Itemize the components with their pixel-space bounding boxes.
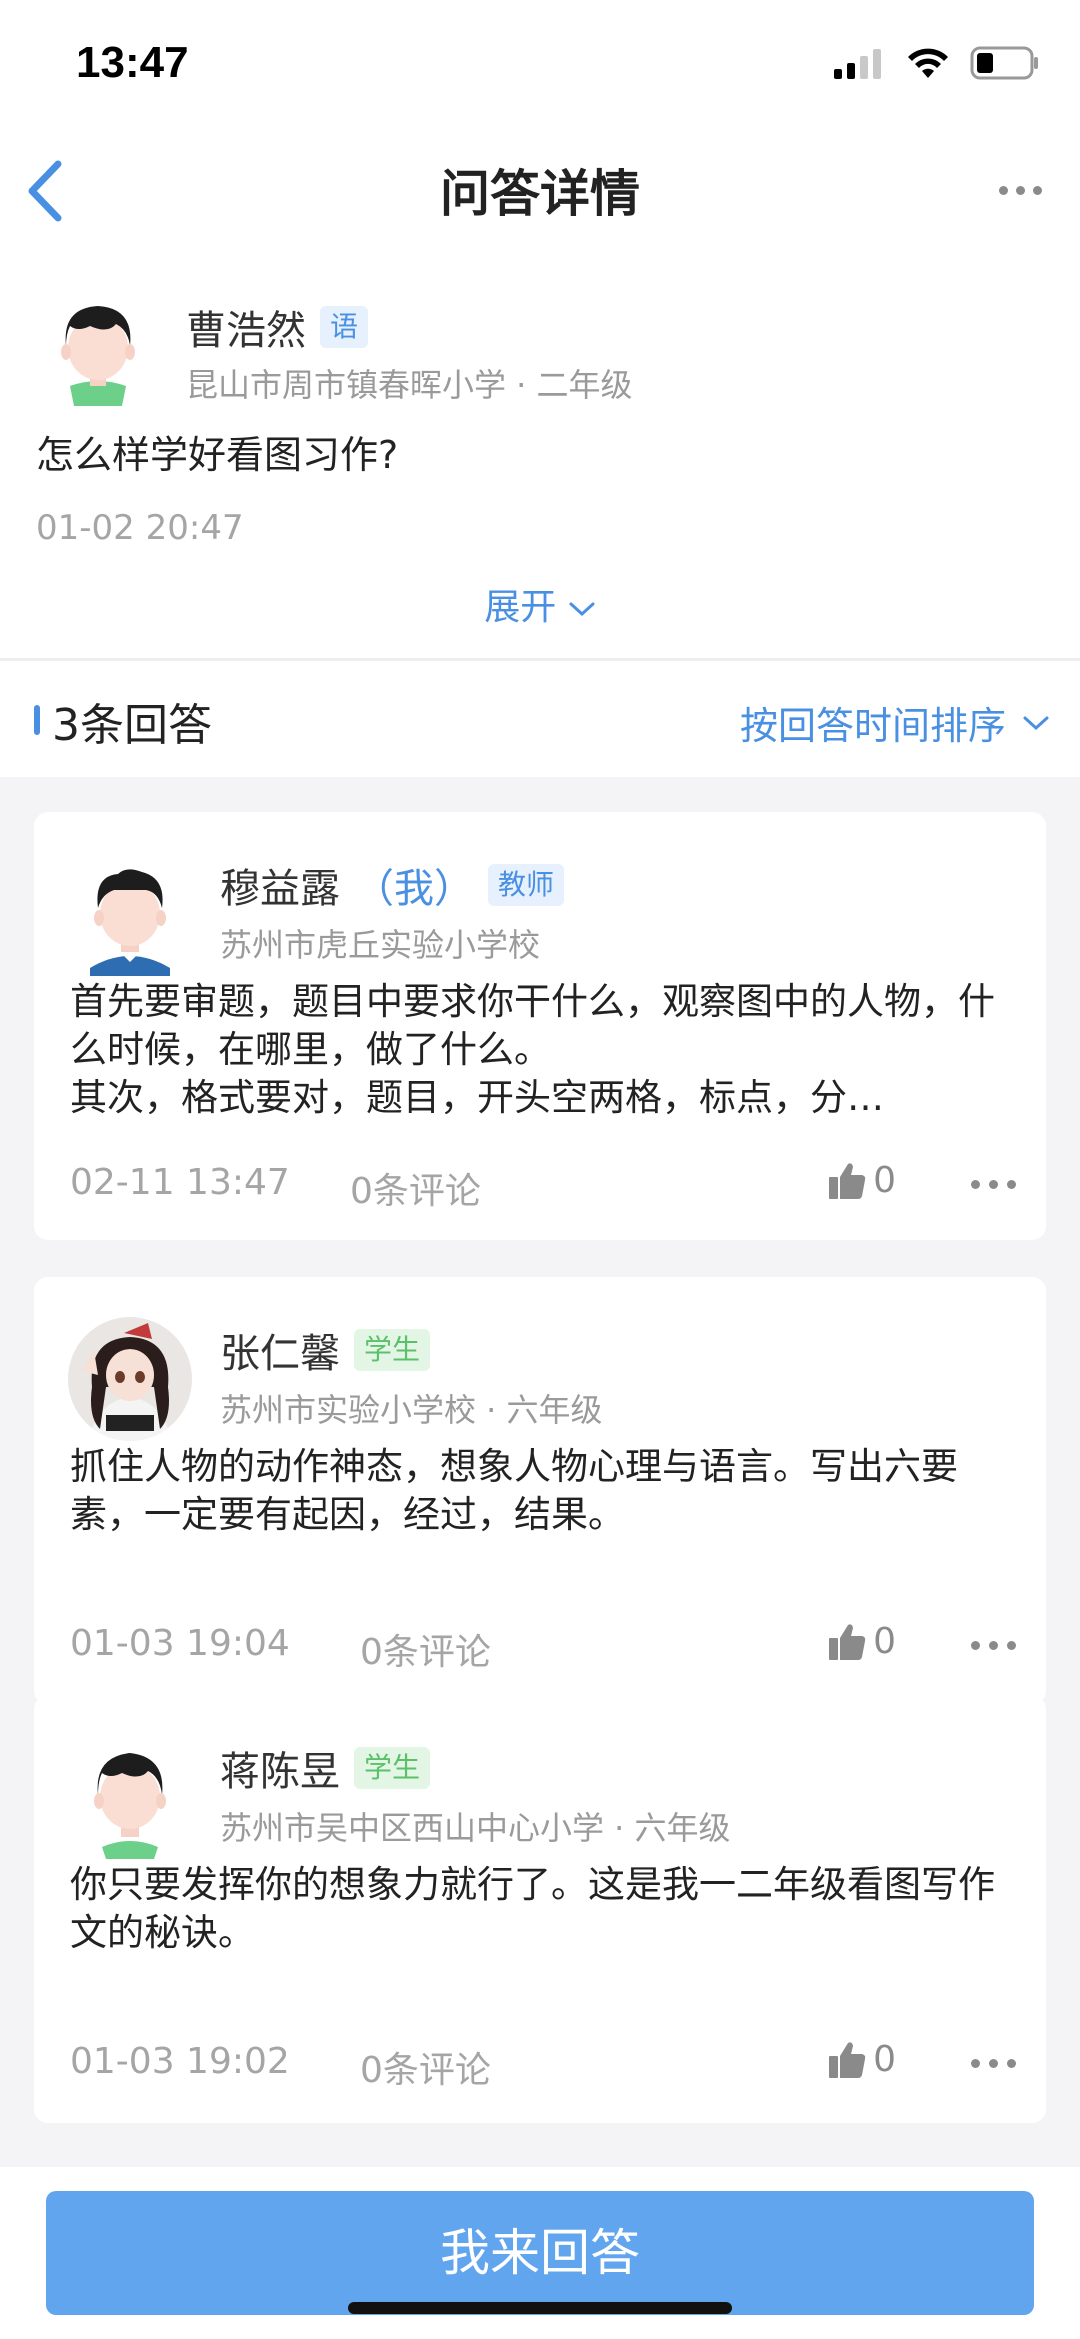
home-indicator[interactable] bbox=[348, 2302, 732, 2314]
like-button[interactable]: 0 bbox=[827, 1621, 896, 1662]
question-author-school: 昆山市周市镇春晖小学 · 二年级 bbox=[186, 366, 633, 404]
subject-tag: 语 bbox=[320, 306, 369, 348]
answers-header: 3条回答 按回答时间排序 bbox=[0, 661, 1080, 777]
like-count: 0 bbox=[873, 1621, 896, 1662]
answer-card[interactable]: 张仁馨 学生 苏州市实验小学校 · 六年级 抓住人物的动作神态，想象人物心理与语… bbox=[34, 1277, 1046, 1705]
answer-more-button[interactable] bbox=[971, 1180, 1016, 1189]
thumbs-up-icon bbox=[829, 1162, 866, 1199]
me-label: （我） bbox=[354, 866, 474, 912]
avatar[interactable] bbox=[68, 1317, 192, 1441]
like-button[interactable]: 0 bbox=[827, 2039, 896, 2080]
answer-author-school: 苏州市实验小学校 · 六年级 bbox=[220, 1391, 603, 1429]
answer-text[interactable]: 抓住人物的动作神态，想象人物心理与语言。写出六要素，一定要有起因，经过，结果。 bbox=[70, 1443, 1010, 1539]
more-dot-icon bbox=[971, 1641, 980, 1650]
answer-text[interactable]: 你只要发挥你的想象力就行了。这是我一二年级看图写作文的秘诀。 bbox=[70, 1861, 1010, 1957]
answer-card[interactable]: 穆益露 （我） 教师 苏州市虎丘实验小学校 首先要审题，题目中要求你干什么，观察… bbox=[34, 812, 1046, 1240]
boy-avatar-icon bbox=[61, 306, 135, 406]
more-dot-icon bbox=[998, 185, 1008, 195]
more-dot-icon bbox=[1007, 2059, 1016, 2068]
answer-more-button[interactable] bbox=[971, 1641, 1016, 1650]
like-count: 0 bbox=[873, 1160, 896, 1201]
answer-author-school: 苏州市吴中区西山中心小学 · 六年级 bbox=[220, 1809, 731, 1847]
answer-time: 01-03 19:02 bbox=[70, 2041, 290, 2082]
answers-count: 3条回答 bbox=[52, 700, 212, 751]
more-dot-icon bbox=[1015, 185, 1025, 195]
role-tag: 学生 bbox=[354, 1747, 431, 1789]
answer-button[interactable]: 我来回答 bbox=[46, 2191, 1034, 2315]
teacher-avatar-icon bbox=[90, 869, 170, 976]
status-time: 13:47 bbox=[76, 38, 189, 87]
more-options-button[interactable] bbox=[990, 170, 1050, 210]
page-title: 问答详情 bbox=[440, 165, 640, 223]
avatar[interactable] bbox=[68, 1735, 192, 1859]
answer-text[interactable]: 首先要审题，题目中要求你干什么，观察图中的人物，什么时候，在哪里，做了什么。 其… bbox=[70, 978, 1010, 1122]
answer-author-school: 苏州市虎丘实验小学校 bbox=[220, 926, 541, 964]
avatar[interactable] bbox=[68, 852, 192, 976]
boy-avatar-icon bbox=[94, 1753, 166, 1859]
answer-more-button[interactable] bbox=[971, 2059, 1016, 2068]
role-tag: 教师 bbox=[488, 864, 565, 906]
more-dot-icon bbox=[989, 1180, 998, 1189]
section-accent-bar bbox=[34, 705, 40, 735]
status-icons bbox=[834, 46, 1040, 80]
question-section: 曹浩然 语 昆山市周市镇春晖小学 · 二年级 怎么样学好看图习作? 01-02 … bbox=[0, 280, 1080, 660]
answer-footer: 01-03 19:02 0条评论 0 bbox=[70, 2039, 1016, 2091]
question-text: 怎么样学好看图习作? bbox=[36, 433, 399, 477]
answer-time: 01-03 19:04 bbox=[70, 1623, 290, 1664]
answer-card[interactable]: 蒋陈昱 学生 苏州市吴中区西山中心小学 · 六年级 你只要发挥你的想象力就行了。… bbox=[34, 1695, 1046, 2123]
wifi-icon bbox=[908, 48, 948, 78]
comments-link[interactable]: 0条评论 bbox=[360, 2041, 491, 2093]
more-dot-icon bbox=[1032, 185, 1042, 195]
role-tag: 学生 bbox=[354, 1329, 431, 1371]
answer-author-row: 穆益露 （我） 教师 bbox=[220, 856, 565, 914]
like-button[interactable]: 0 bbox=[827, 1160, 896, 1201]
thumbs-up-icon bbox=[829, 1623, 866, 1660]
like-count: 0 bbox=[873, 2039, 896, 2080]
question-author-name[interactable]: 曹浩然 bbox=[186, 298, 306, 356]
expand-button[interactable]: 展开 bbox=[0, 578, 1080, 630]
chevron-down-icon bbox=[1023, 716, 1049, 730]
sort-label: 按回答时间排序 bbox=[739, 704, 1006, 748]
battery-icon bbox=[970, 46, 1038, 80]
answer-footer: 02-11 13:47 0条评论 0 bbox=[70, 1160, 1016, 1212]
more-dot-icon bbox=[1007, 1180, 1016, 1189]
more-dot-icon bbox=[989, 1641, 998, 1650]
thumbs-up-icon bbox=[829, 2041, 866, 2078]
answer-author-name[interactable]: 张仁馨 bbox=[220, 1321, 340, 1379]
answer-author-name[interactable]: 穆益露 bbox=[220, 856, 340, 914]
comments-link[interactable]: 0条评论 bbox=[350, 1162, 481, 1214]
comments-link[interactable]: 0条评论 bbox=[360, 1623, 491, 1675]
anime-avatar-icon bbox=[68, 1317, 192, 1441]
answer-author-row: 蒋陈昱 学生 bbox=[220, 1739, 431, 1797]
chevron-down-icon bbox=[569, 602, 595, 617]
expand-label: 展开 bbox=[484, 587, 557, 628]
cellular-signal-icon bbox=[834, 49, 881, 79]
more-dot-icon bbox=[1007, 1641, 1016, 1650]
question-author-row: 曹浩然 语 bbox=[186, 298, 369, 356]
more-dot-icon bbox=[971, 1180, 980, 1189]
avatar[interactable] bbox=[48, 296, 148, 406]
answer-footer: 01-03 19:04 0条评论 0 bbox=[70, 1621, 1016, 1673]
question-time: 01-02 20:47 bbox=[36, 508, 244, 548]
status-bar: 13:47 bbox=[0, 0, 1080, 130]
answer-author-name[interactable]: 蒋陈昱 bbox=[220, 1739, 340, 1797]
navigation-bar: 问答详情 bbox=[0, 140, 1080, 240]
answers-list: 穆益露 （我） 教师 苏州市虎丘实验小学校 首先要审题，题目中要求你干什么，观察… bbox=[0, 777, 1080, 2167]
answer-time: 02-11 13:47 bbox=[70, 1162, 290, 1203]
answer-author-row: 张仁馨 学生 bbox=[220, 1321, 431, 1379]
sort-dropdown[interactable]: 按回答时间排序 bbox=[740, 695, 1050, 750]
more-dot-icon bbox=[971, 2059, 980, 2068]
more-dot-icon bbox=[989, 2059, 998, 2068]
